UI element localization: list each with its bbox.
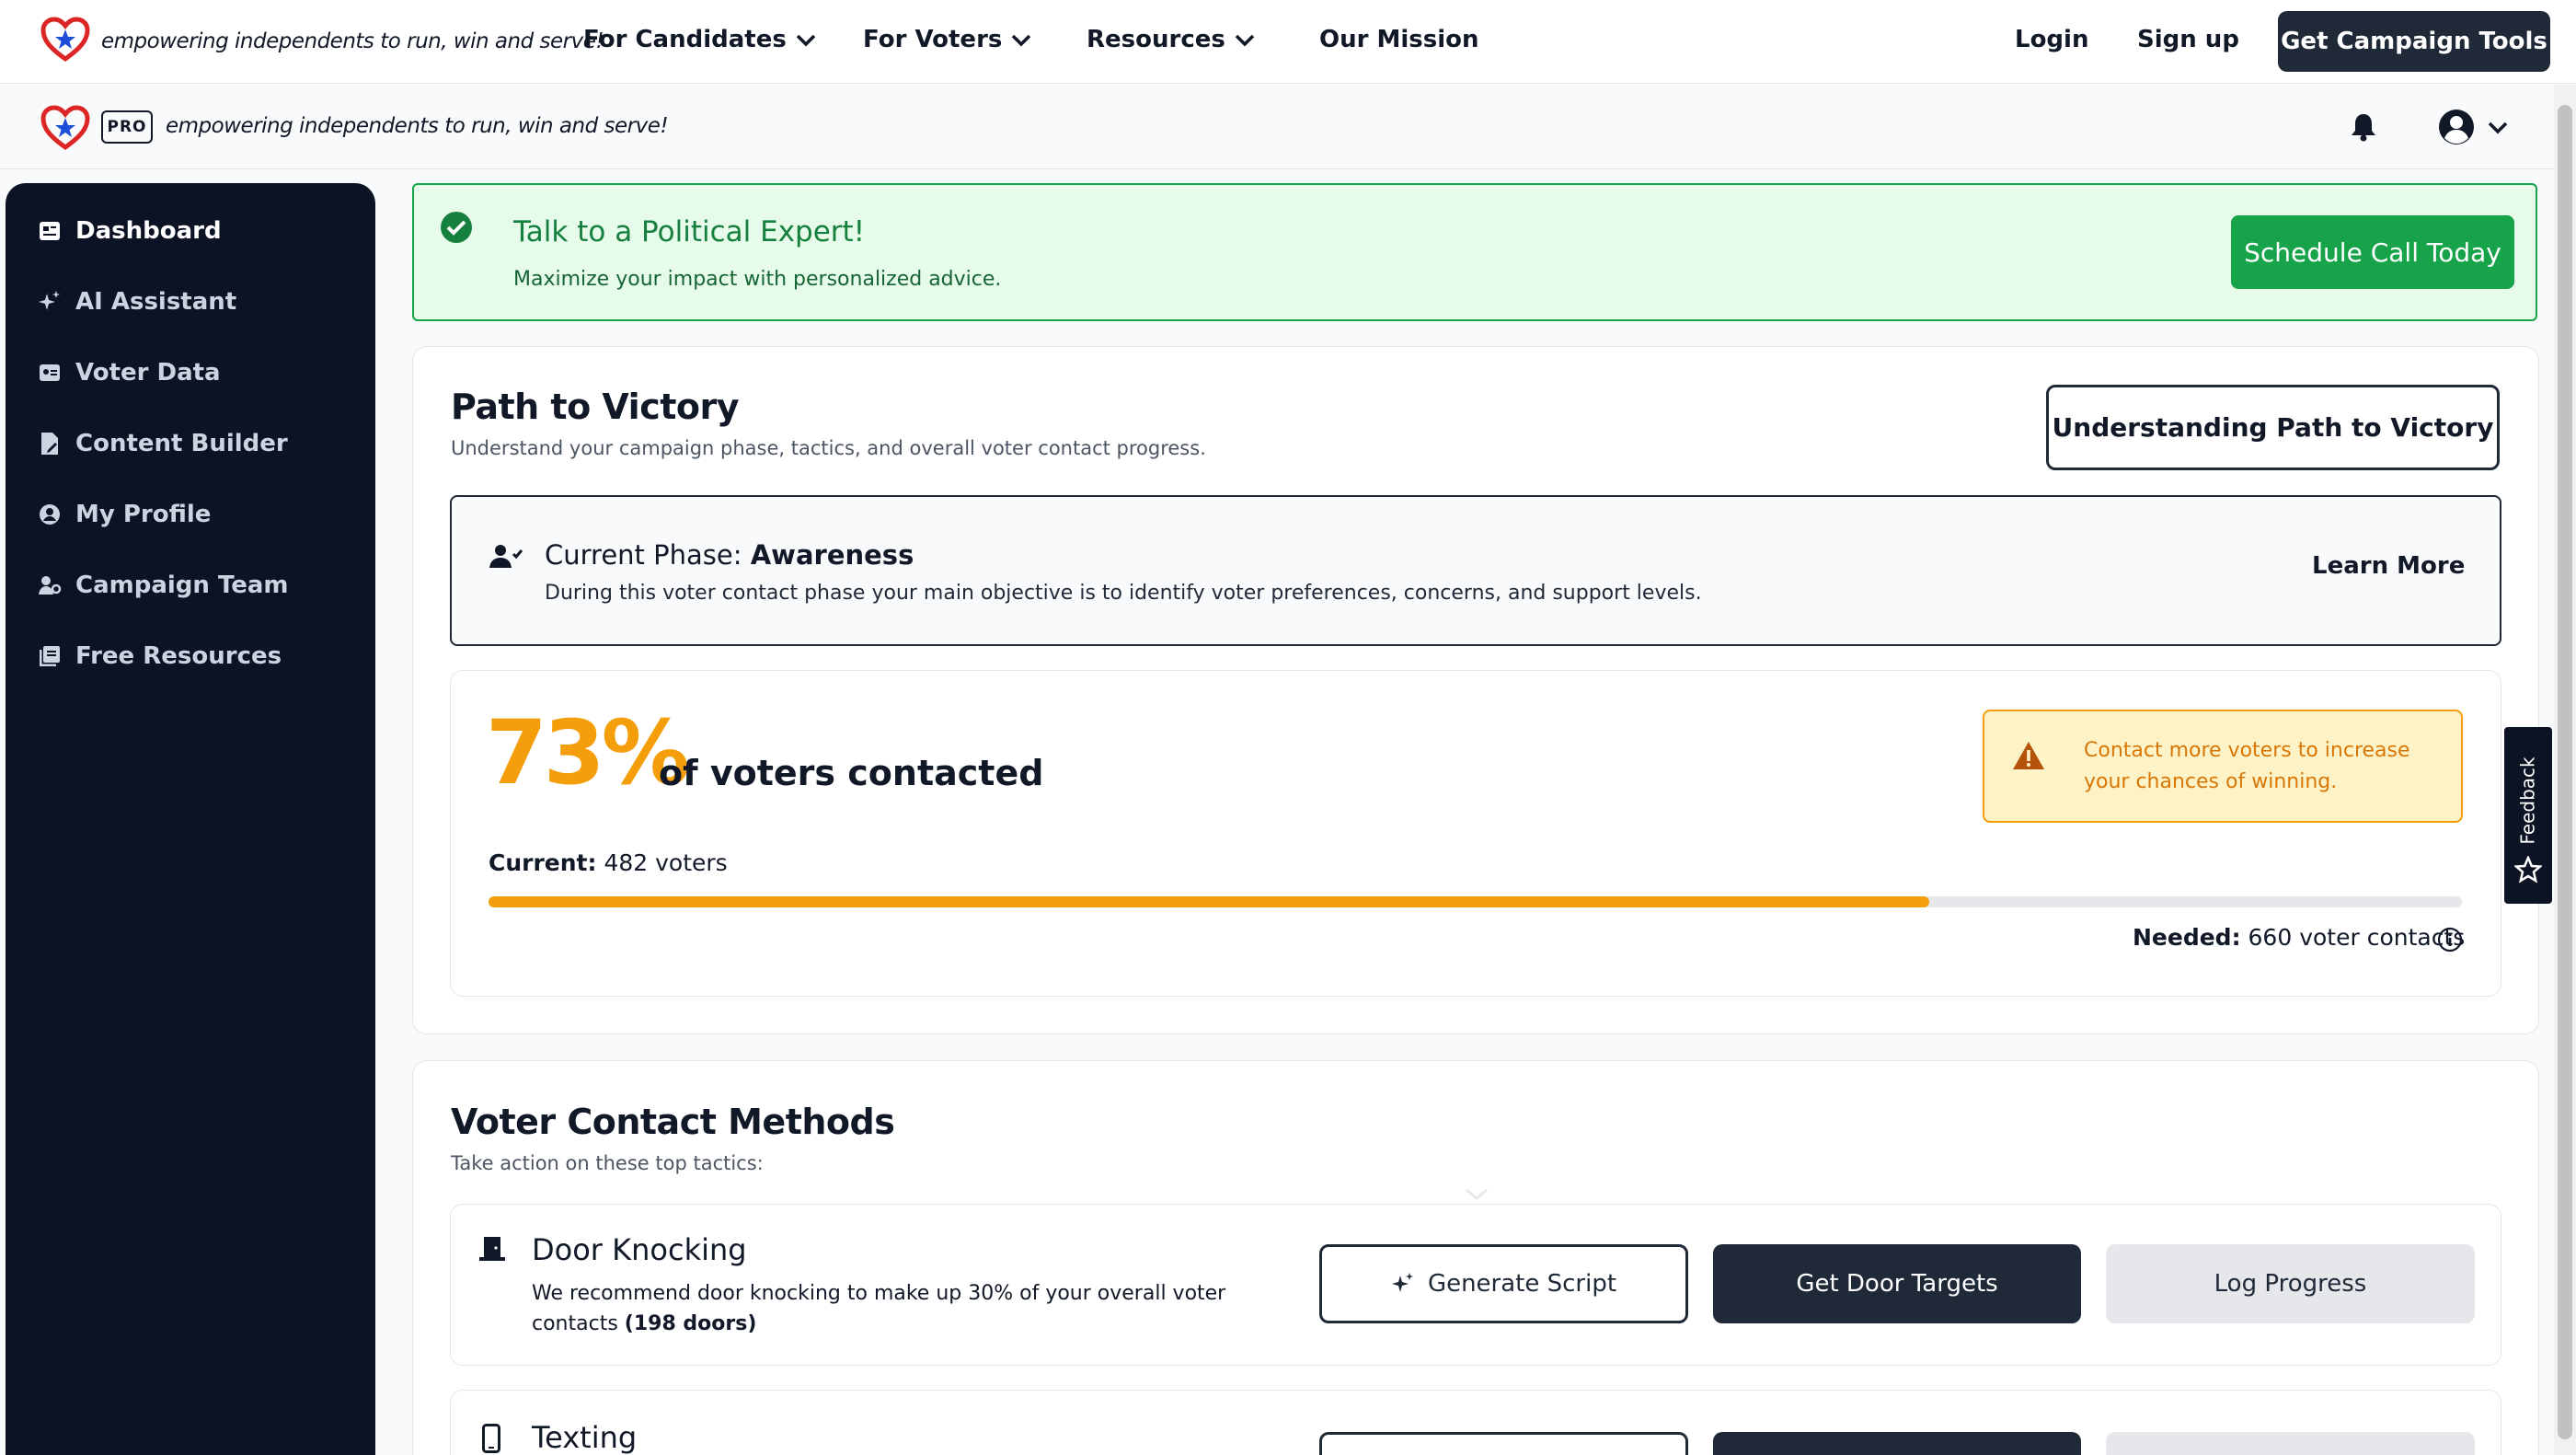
method-name: Door Knocking: [532, 1232, 747, 1267]
current-voters: Current: 482 voters: [489, 849, 728, 876]
phase-heading: Current Phase: Awareness: [545, 539, 914, 571]
contact-methods-subtitle: Take action on these top tactics:: [451, 1152, 764, 1174]
chevron-down-icon: [1012, 34, 1031, 46]
sidebar-item-label: AI Assistant: [75, 288, 237, 316]
app-header: PRO empowering independents to run, win …: [0, 85, 2554, 169]
current-value: 482 voters: [604, 849, 728, 876]
chevron-down-faint-icon: [1466, 1188, 1488, 1200]
sidebar-item-ai-assistant[interactable]: AI Assistant: [37, 283, 236, 320]
nav-for-voters-label: For Voters: [863, 26, 1003, 53]
info-icon[interactable]: [2437, 927, 2463, 953]
user-circle-icon: [37, 502, 63, 527]
method-door-knocking: Door Knocking We recommend door knocking…: [450, 1204, 2501, 1366]
user-check-icon: [489, 545, 523, 568]
current-phase-box: Current Phase: Awareness During this vot…: [450, 495, 2501, 646]
expert-call-banner: Talk to a Political Expert! Maximize you…: [412, 183, 2537, 321]
get-door-targets-button[interactable]: Get Door Targets: [1713, 1244, 2081, 1323]
needed-label: Needed:: [2133, 924, 2241, 951]
nav-our-mission[interactable]: Our Mission: [1319, 26, 1479, 53]
top-navbar: empowering independents to run, win and …: [0, 0, 2576, 84]
sidebar-item-my-profile[interactable]: My Profile: [37, 496, 211, 533]
phase-description: During this voter contact phase your mai…: [545, 582, 1702, 605]
page-scrollbar[interactable]: [2554, 85, 2576, 1455]
percent-contacted: 73%: [486, 701, 690, 804]
signup-link[interactable]: Sign up: [2137, 26, 2239, 53]
warning-triangle-icon: [2013, 742, 2044, 769]
nav-for-candidates-label: For Candidates: [583, 26, 787, 53]
topnav-tagline: empowering independents to run, win and …: [101, 29, 604, 53]
sidebar-item-label: My Profile: [75, 501, 212, 528]
bell-icon[interactable]: [2350, 112, 2377, 142]
sidebar-item-content-builder[interactable]: Content Builder: [37, 425, 288, 462]
schedule-call-button[interactable]: Schedule Call Today: [2231, 215, 2514, 289]
sidebar-item-label: Voter Data: [75, 359, 221, 387]
phone-icon: [482, 1424, 500, 1453]
sidebar-item-label: Free Resources: [75, 642, 282, 670]
chevron-down-icon[interactable]: [2488, 121, 2508, 134]
nav-resources[interactable]: Resources: [1087, 26, 1255, 53]
sidebar-item-free-resources[interactable]: Free Resources: [37, 638, 282, 675]
sidebar-item-label: Campaign Team: [75, 572, 289, 599]
method-name: Texting: [532, 1420, 638, 1455]
sidebar-item-voter-data[interactable]: Voter Data: [37, 354, 221, 391]
progress-fill: [489, 896, 1929, 907]
nav-for-voters[interactable]: For Voters: [863, 26, 1031, 53]
method-description-count: (198 doors): [624, 1312, 757, 1335]
warning-text: Contact more voters to increase your cha…: [2084, 739, 2410, 793]
sidebar-item-label: Dashboard: [75, 217, 222, 245]
learn-more-link[interactable]: Learn More: [2312, 552, 2465, 580]
current-label: Current:: [489, 849, 597, 876]
method-texting: Texting: [450, 1390, 2501, 1455]
get-campaign-tools-button[interactable]: Get Campaign Tools: [2278, 11, 2550, 72]
heart-star-logo-icon[interactable]: [40, 17, 90, 63]
understanding-path-button[interactable]: Understanding Path to Victory: [2046, 385, 2500, 470]
phase-value: Awareness: [750, 539, 914, 571]
banner-subtitle: Maximize your impact with personalized a…: [513, 268, 1002, 291]
id-card-icon: [37, 360, 63, 386]
team-icon: [37, 572, 63, 598]
file-pen-icon: [37, 431, 63, 456]
contact-more-warning: Contact more voters to increase your cha…: [1983, 710, 2463, 823]
nav-for-candidates[interactable]: For Candidates: [583, 26, 816, 53]
login-link[interactable]: Login: [2015, 26, 2088, 53]
feedback-label: Feedback: [2517, 756, 2539, 845]
book-icon: [37, 643, 63, 669]
sidebar-item-label: Content Builder: [75, 430, 288, 457]
check-circle-icon: [441, 212, 472, 243]
sparkles-icon: [37, 289, 63, 315]
voter-contact-progress-bar: [489, 896, 2462, 907]
scrollbar-thumb[interactable]: [2558, 105, 2572, 1439]
user-avatar-icon[interactable]: [2438, 109, 2475, 145]
sidebar-item-campaign-team[interactable]: Campaign Team: [37, 567, 289, 604]
needed-value: 660 voter contacts: [2248, 924, 2466, 951]
percent-label: of voters contacted: [659, 753, 1044, 793]
generate-script-label: Generate Script: [1427, 1270, 1617, 1298]
subnav-tagline: empowering independents to run, win and …: [166, 114, 669, 138]
nav-resources-label: Resources: [1087, 26, 1225, 53]
pro-badge: PRO: [101, 110, 153, 144]
method-description: We recommend door knocking to make up 30…: [532, 1278, 1286, 1339]
path-to-victory-title: Path to Victory: [451, 387, 740, 427]
sidebar-item-dashboard[interactable]: Dashboard: [37, 213, 222, 249]
feedback-label-wrap: Feedback: [2504, 755, 2552, 847]
texting-generate-script-button[interactable]: [1319, 1432, 1688, 1455]
dashboard-icon: [37, 218, 63, 244]
log-progress-button[interactable]: Log Progress: [2106, 1244, 2475, 1323]
star-outline-icon: [2514, 856, 2542, 883]
sidebar: Dashboard AI Assistant Voter Data Conten…: [6, 183, 375, 1455]
path-to-victory-subtitle: Understand your campaign phase, tactics,…: [451, 437, 1206, 459]
contact-methods-title: Voter Contact Methods: [451, 1102, 895, 1142]
chevron-down-icon: [1235, 34, 1255, 46]
sparkles-icon: [1391, 1273, 1413, 1292]
feedback-tab[interactable]: Feedback: [2504, 727, 2552, 904]
generate-script-button[interactable]: Generate Script: [1319, 1244, 1688, 1323]
texting-log-progress-button[interactable]: [2106, 1432, 2475, 1455]
heart-star-logo-icon[interactable]: [40, 105, 90, 151]
door-icon: [479, 1237, 505, 1261]
phase-label: Current Phase:: [545, 539, 742, 571]
texting-targets-button[interactable]: [1713, 1432, 2081, 1455]
banner-title: Talk to a Political Expert!: [513, 215, 866, 248]
chevron-down-icon: [796, 34, 816, 46]
needed-voters: Needed: 660 voter contacts: [2133, 924, 2465, 951]
